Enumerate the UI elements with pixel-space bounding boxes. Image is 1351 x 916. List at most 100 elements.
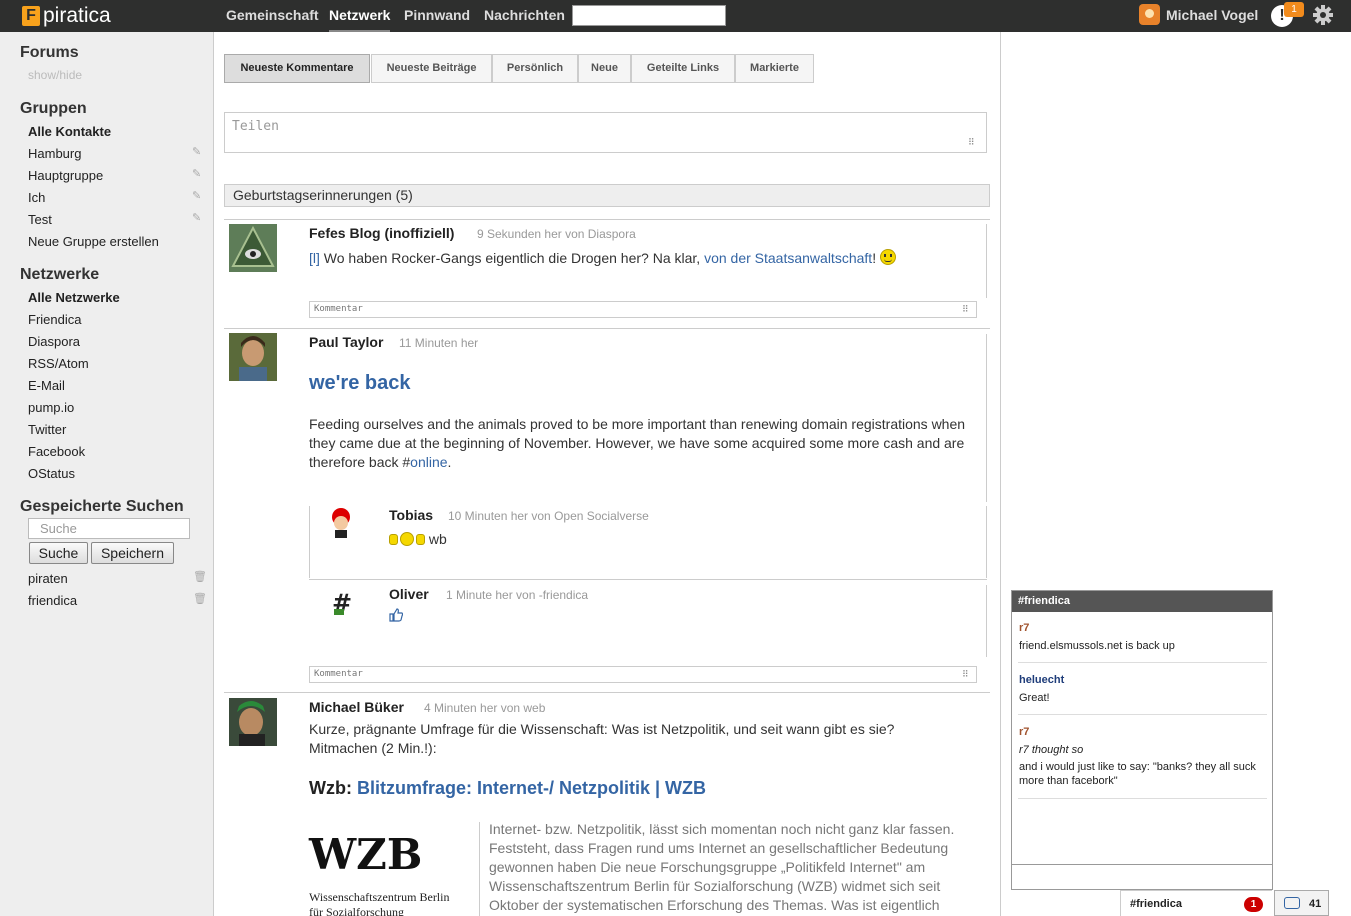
excerpt-border bbox=[479, 822, 480, 916]
tab-shared-links[interactable]: Geteilte Links bbox=[631, 54, 735, 83]
search-button[interactable]: Suche bbox=[29, 542, 88, 564]
logo-mark-icon: F bbox=[22, 6, 40, 26]
post-title[interactable]: we're back bbox=[309, 372, 410, 395]
post-body: Kurze, prägnante Umfrage für die Wissens… bbox=[309, 721, 895, 756]
tab-latest-comments[interactable]: Neueste Kommentare bbox=[224, 54, 370, 83]
nav-wall[interactable]: Pinnwand bbox=[404, 0, 470, 32]
comment-input[interactable]: Kommentar bbox=[309, 666, 977, 683]
brand-logo[interactable]: F piratica bbox=[22, 4, 111, 28]
post-link[interactable]: von der Staatsanwaltschaft bbox=[704, 250, 872, 266]
nav-search-input[interactable] bbox=[572, 5, 726, 26]
chat-window: #friendica r7 friend.elsmussols.net is b… bbox=[1011, 590, 1273, 890]
share-textarea[interactable]: Teilen bbox=[224, 112, 987, 153]
nav-community[interactable]: Gemeinschaft bbox=[226, 0, 319, 32]
thread-border bbox=[986, 224, 987, 298]
avatar[interactable] bbox=[324, 506, 358, 540]
like-thumbs-up-icon[interactable] bbox=[389, 608, 404, 622]
chat-message-text: friend.elsmussols.net is back up bbox=[1019, 640, 1175, 652]
post-body: [l] Wo haben Rocker-Gangs eigentlich die… bbox=[309, 249, 969, 268]
forums-show-hide-link[interactable]: show/hide bbox=[28, 68, 82, 82]
comment-separator bbox=[309, 579, 987, 580]
network-ostatus[interactable]: OStatus bbox=[28, 466, 75, 481]
resize-grip-icon[interactable]: ⠿ bbox=[968, 137, 975, 148]
create-group-link[interactable]: Neue Gruppe erstellen bbox=[28, 234, 159, 249]
chat-message-author[interactable]: heluecht bbox=[1019, 674, 1064, 686]
saved-search-piraten[interactable]: piraten bbox=[28, 571, 68, 586]
comment-border bbox=[986, 585, 987, 657]
link-prefix: Wzb: bbox=[309, 778, 352, 798]
saved-search-friendica[interactable]: friendica bbox=[28, 593, 77, 608]
tab-latest-posts[interactable]: Neueste Beiträge bbox=[371, 54, 492, 83]
post-body: Feeding ourselves and the animals proved… bbox=[309, 415, 969, 472]
trash-icon[interactable]: 🗑 bbox=[193, 570, 207, 583]
comment-border bbox=[986, 506, 987, 578]
network-email[interactable]: E-Mail bbox=[28, 378, 65, 393]
nav-network[interactable]: Netzwerk bbox=[329, 0, 391, 32]
group-all-contacts[interactable]: Alle Kontakte bbox=[28, 124, 111, 139]
thumbs-smiley-icon bbox=[389, 532, 425, 546]
chat-unread-badge: 1 bbox=[1244, 897, 1263, 912]
network-pumpio[interactable]: pump.io bbox=[28, 400, 74, 415]
saved-searches-heading: Gespeicherte Suchen bbox=[20, 498, 184, 515]
network-friendica[interactable]: Friendica bbox=[28, 312, 81, 327]
avatar[interactable] bbox=[229, 224, 277, 272]
comment-author[interactable]: Tobias bbox=[389, 507, 433, 523]
network-all[interactable]: Alle Netzwerke bbox=[28, 290, 120, 305]
post-separator bbox=[224, 328, 990, 329]
wzb-logo: WZB Wissenschaftszentrum Berlin für Sozi… bbox=[309, 832, 479, 916]
edit-pencil-icon[interactable]: ✎ bbox=[192, 145, 201, 158]
post-author[interactable]: Paul Taylor bbox=[309, 334, 383, 350]
tab-new[interactable]: Neue bbox=[578, 54, 631, 83]
avatar[interactable]: # bbox=[324, 585, 358, 619]
post-meta: 11 Minuten her bbox=[399, 336, 479, 350]
tab-starred[interactable]: Markierte bbox=[735, 54, 814, 83]
network-facebook[interactable]: Facebook bbox=[28, 444, 85, 459]
comment-author[interactable]: Oliver bbox=[389, 586, 429, 602]
chat-message-author[interactable]: r7 bbox=[1019, 622, 1029, 634]
post-author[interactable]: Fefes Blog (inoffiziell) bbox=[309, 225, 454, 241]
network-diaspora[interactable]: Diaspora bbox=[28, 334, 80, 349]
link-preview-link[interactable]: Blitzumfrage: Internet-/ Netzpolitik | W… bbox=[357, 778, 706, 798]
tab-personal[interactable]: Persönlich bbox=[492, 54, 578, 83]
comment-input[interactable]: Kommentar bbox=[309, 301, 977, 318]
trash-icon[interactable]: 🗑 bbox=[193, 592, 207, 605]
post-meta: 9 Sekunden her von Diaspora bbox=[477, 227, 636, 241]
post-link-bracket[interactable]: [l] bbox=[309, 250, 320, 266]
avatar[interactable] bbox=[229, 333, 277, 381]
group-ich[interactable]: Ich bbox=[28, 190, 45, 205]
chat-message-author[interactable]: r7 bbox=[1019, 726, 1029, 738]
group-hauptgruppe[interactable]: Hauptgruppe bbox=[28, 168, 103, 183]
post-separator bbox=[224, 692, 990, 693]
chat-toggle-button[interactable]: 41 bbox=[1274, 890, 1329, 916]
group-hamburg[interactable]: Hamburg bbox=[28, 146, 81, 161]
chat-total-count: 41 bbox=[1309, 898, 1322, 910]
user-name: Michael Vogel bbox=[1166, 6, 1259, 23]
network-twitter[interactable]: Twitter bbox=[28, 422, 66, 437]
birthday-reminders[interactable]: Geburtstagserinnerungen (5) bbox=[224, 184, 990, 207]
link-preview-excerpt: Internet- bzw. Netzpolitik, lässt sich m… bbox=[489, 821, 955, 913]
network-rss[interactable]: RSS/Atom bbox=[28, 356, 89, 371]
edit-pencil-icon[interactable]: ✎ bbox=[192, 211, 201, 224]
edit-pencil-icon[interactable]: ✎ bbox=[192, 167, 201, 180]
group-test[interactable]: Test bbox=[28, 212, 52, 227]
wzb-logo-sub2: für Sozialforschung bbox=[309, 905, 404, 916]
resize-grip-icon[interactable]: ⠿ bbox=[962, 669, 969, 680]
smiley-icon bbox=[879, 249, 896, 265]
edit-pencil-icon[interactable]: ✎ bbox=[192, 189, 201, 202]
link-preview-title: Wzb: Blitzumfrage: Internet-/ Netzpoliti… bbox=[309, 778, 706, 799]
chat-title[interactable]: #friendica bbox=[1012, 591, 1272, 612]
post-author[interactable]: Michael Büker bbox=[309, 699, 404, 715]
avatar[interactable] bbox=[229, 698, 277, 746]
saved-search-input[interactable]: Suche bbox=[28, 518, 190, 539]
chat-separator bbox=[1018, 714, 1267, 715]
settings-gear-icon[interactable] bbox=[1312, 4, 1334, 26]
chat-input[interactable] bbox=[1012, 864, 1272, 889]
networks-heading: Netzwerke bbox=[20, 266, 100, 283]
save-search-button[interactable]: Speichern bbox=[91, 542, 174, 564]
user-menu[interactable]: Michael Vogel bbox=[1139, 4, 1258, 25]
hashtag-link[interactable]: online bbox=[410, 454, 447, 470]
chat-tab-friendica[interactable]: #friendica 1 bbox=[1120, 890, 1272, 916]
main-content: Neueste Kommentare Neueste Beiträge Pers… bbox=[214, 32, 1001, 916]
nav-messages[interactable]: Nachrichten bbox=[484, 0, 565, 32]
resize-grip-icon[interactable]: ⠿ bbox=[962, 304, 969, 315]
